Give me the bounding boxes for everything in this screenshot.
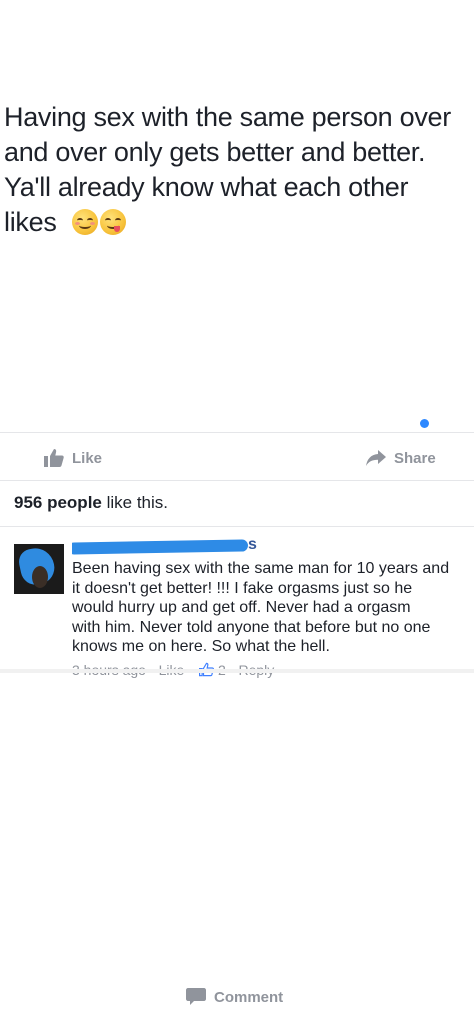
- like-button[interactable]: Like: [44, 440, 102, 476]
- avatar-figure: [32, 566, 48, 588]
- comment-text-line-1: Been having sex with the same man for 10…: [72, 560, 450, 577]
- like-button-label: Like: [72, 449, 103, 467]
- comment-text-line-2: it doesn't get better! !!! I fake orgasm…: [72, 579, 413, 597]
- post-text-line-3: Ya'll already know what each other: [4, 172, 409, 202]
- comment-body: s Been having sex with the same man for …: [72, 539, 470, 678]
- divider-comments: [0, 526, 474, 527]
- new-activity-dot-icon: [420, 419, 429, 428]
- yum-tongue-emoji-icon: [99, 209, 126, 235]
- post-text-line-2: and over only gets better and better.: [4, 137, 426, 167]
- likes-suffix: like this.: [101, 493, 169, 512]
- comment-author-visible-fragment: s: [248, 539, 257, 553]
- divider-middle: [0, 480, 474, 481]
- divider-top: [0, 432, 474, 433]
- comment-text-line-5: knows me on here. So what the hell.: [72, 638, 330, 655]
- post-action-bar: Like Comment Share: [0, 440, 474, 1006]
- share-button[interactable]: Share: [366, 440, 436, 476]
- likes-count[interactable]: 956 people: [14, 493, 102, 512]
- comment-author[interactable]: s: [72, 539, 470, 559]
- comment-text-line-4: with him. Never told anyone that before …: [72, 618, 431, 636]
- share-button-label: Share: [394, 449, 436, 467]
- share-arrow-icon: [366, 450, 386, 466]
- comment-text-line-3: would hurry up and get off. Never had a …: [72, 599, 411, 616]
- author-name-redaction: [72, 539, 249, 555]
- comment-button-label: Comment: [214, 988, 284, 1006]
- likes-summary[interactable]: 956 people like this.: [14, 493, 168, 513]
- post-text-line-1: Having sex with the same person over: [4, 102, 451, 132]
- speech-bubble-icon: [186, 988, 206, 1005]
- post-text-line-4: likes: [4, 205, 472, 240]
- comment-text: Been having sex with the same man for 10…: [72, 559, 470, 657]
- thumbs-up-icon: [44, 449, 64, 467]
- bottom-border: [0, 669, 474, 673]
- avatar[interactable]: [14, 544, 64, 594]
- post-text: Having sex with the same person over and…: [4, 100, 472, 240]
- post-text-line-4-text: likes: [4, 207, 57, 237]
- smiling-blush-emoji-icon: [71, 209, 98, 235]
- comment-button[interactable]: Comment: [186, 979, 474, 1015]
